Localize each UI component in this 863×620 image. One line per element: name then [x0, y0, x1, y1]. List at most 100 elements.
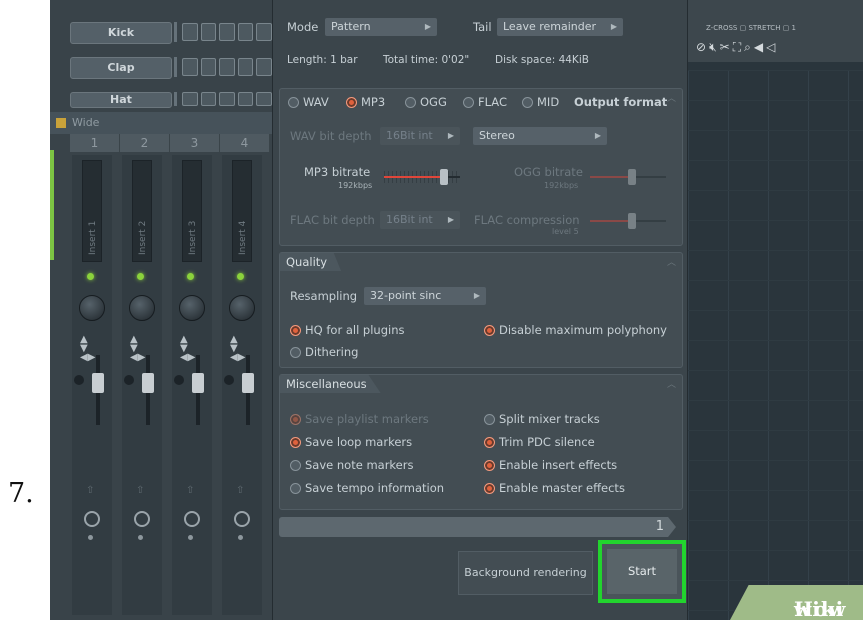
fx-dot[interactable] [74, 375, 84, 385]
channels-select[interactable]: Stereo ▶ [473, 127, 607, 145]
speaker-icon[interactable]: ◁ [766, 40, 778, 54]
save-tempo-information-label[interactable]: Save tempo information [305, 481, 444, 495]
step-buttons[interactable] [182, 58, 272, 76]
mode-value: Pattern [331, 20, 371, 33]
wav-radio[interactable] [288, 97, 299, 108]
hq-plugins-checkbox[interactable] [290, 325, 301, 336]
insert-strip-2[interactable]: Insert 2 ▲ ▼ ◀▶ ⇧ [122, 155, 162, 615]
collapse-icon[interactable]: ︿ [667, 91, 676, 104]
save-loop-markers-label[interactable]: Save loop markers [305, 435, 412, 449]
mid-radio[interactable] [522, 97, 533, 108]
zoom-icon[interactable]: ⌕ [744, 40, 754, 54]
mp3-radio[interactable] [346, 97, 357, 108]
trim-pdc-silence-label[interactable]: Trim PDC silence [499, 435, 595, 449]
link-arrow-icon[interactable]: ⇧ [86, 485, 94, 496]
select-icon[interactable]: ⛶ [733, 40, 744, 54]
led-icon[interactable] [237, 273, 244, 280]
flac-label[interactable]: FLAC [478, 95, 507, 109]
link-arrow-icon[interactable]: ⇧ [186, 485, 194, 496]
resampling-select[interactable]: 32-point sinc ▶ [364, 287, 486, 305]
channel-hat[interactable]: Hat [70, 92, 172, 108]
mp3-bitrate-slider[interactable] [384, 169, 460, 185]
save-loop-markers-checkbox[interactable] [290, 437, 301, 448]
led-icon[interactable] [137, 273, 144, 280]
step-buttons[interactable] [182, 23, 272, 41]
mixer-preset-bar[interactable]: Wide [50, 112, 272, 134]
split-mixer-tracks-checkbox[interactable] [484, 414, 495, 425]
insert-label: Insert 2 [138, 220, 148, 255]
disable-polyphony-checkbox[interactable] [484, 325, 495, 336]
enable-master-effects-checkbox[interactable] [484, 483, 495, 494]
flac-radio[interactable] [463, 97, 474, 108]
collapse-icon[interactable]: ︿ [667, 255, 676, 268]
ogg-label[interactable]: OGG [420, 95, 447, 109]
enable-insert-effects-label[interactable]: Enable insert effects [499, 458, 617, 472]
split-mixer-tracks-label[interactable]: Split mixer tracks [499, 412, 600, 426]
trim-pdc-silence-checkbox[interactable] [484, 437, 495, 448]
collapse-icon[interactable]: ︿ [667, 377, 676, 390]
pan-knob[interactable] [179, 295, 205, 321]
mp3-label[interactable]: MP3 [361, 95, 385, 109]
led-icon[interactable] [87, 273, 94, 280]
output-format-section: ︿ WAV MP3 OGG FLAC MID Output format WAV… [279, 88, 683, 246]
enable-master-effects-label[interactable]: Enable master effects [499, 481, 625, 495]
fx-dot[interactable] [224, 375, 234, 385]
save-note-markers-label[interactable]: Save note markers [305, 458, 413, 472]
pan-knob[interactable] [79, 295, 105, 321]
wav-label[interactable]: WAV [303, 95, 329, 109]
playback-icon[interactable]: ◀ [754, 40, 766, 54]
route-icon[interactable] [134, 511, 150, 527]
insert-label: Insert 1 [88, 220, 98, 255]
mute-icon[interactable]: 🔇︎ [709, 40, 720, 54]
tail-select[interactable]: Leave remainder ▶ [497, 18, 623, 36]
volume-fader[interactable] [242, 373, 254, 393]
save-tempo-information-checkbox[interactable] [290, 483, 301, 494]
insert-strip-1[interactable]: Insert 1 ▲ ▼ ◀▶ ⇧ [72, 155, 112, 615]
insert-strip-3[interactable]: Insert 3 ▲ ▼ ◀▶ ⇧ [172, 155, 212, 615]
link-arrow-icon[interactable]: ⇧ [236, 485, 244, 496]
enable-insert-effects-checkbox[interactable] [484, 460, 495, 471]
zcross-label[interactable]: Z-CROSS [706, 24, 737, 32]
step-buttons[interactable] [182, 92, 272, 106]
fx-dot[interactable] [124, 375, 134, 385]
disable-polyphony-label[interactable]: Disable maximum polyphony [499, 323, 667, 337]
hq-plugins-label[interactable]: HQ for all plugins [305, 323, 404, 337]
volume-fader[interactable] [92, 373, 104, 393]
track-number: 4 [220, 134, 270, 152]
insert-strip-4[interactable]: Insert 4 ▲ ▼ ◀▶ ⇧ [222, 155, 262, 615]
mode-select[interactable]: Pattern ▶ [325, 18, 437, 36]
no-entry-icon[interactable]: ⊘ [696, 40, 709, 54]
start-button[interactable]: Start [607, 549, 677, 594]
link-arrow-icon[interactable]: ⇧ [136, 485, 144, 496]
stereo-arrows-icon[interactable]: ▲ ▼ ◀▶ [130, 335, 145, 363]
slider-thumb [628, 169, 636, 185]
volume-fader[interactable] [142, 373, 154, 393]
stereo-arrows-icon[interactable]: ▲ ▼ ◀▶ [180, 335, 195, 363]
chevron-right-icon: ▶ [473, 291, 480, 300]
channel-kick[interactable]: Kick [70, 22, 172, 44]
stereo-arrows-icon[interactable]: ▲ ▼ ◀▶ [230, 335, 245, 363]
volume-fader[interactable] [192, 373, 204, 393]
playlist-grid[interactable] [688, 70, 863, 620]
led-icon[interactable] [187, 273, 194, 280]
toolbar-icons[interactable]: ⊘🔇︎✂⛶⌕◀◁ [696, 40, 778, 55]
pan-knob[interactable] [129, 295, 155, 321]
ogg-radio[interactable] [405, 97, 416, 108]
wav-bit-depth-value: 16Bit int [386, 129, 433, 142]
save-note-markers-checkbox[interactable] [290, 460, 301, 471]
stretch-label[interactable]: STRETCH [748, 24, 780, 32]
slip-icon[interactable]: ✂ [720, 40, 733, 54]
fx-dot[interactable] [174, 375, 184, 385]
route-icon[interactable] [234, 511, 250, 527]
pan-knob[interactable] [229, 295, 255, 321]
background-rendering-button[interactable]: Background rendering [458, 551, 593, 595]
route-icon[interactable] [84, 511, 100, 527]
route-icon[interactable] [184, 511, 200, 527]
slider-thumb[interactable] [440, 169, 448, 185]
track-number: 1 [70, 134, 120, 152]
mid-label[interactable]: MID [537, 95, 559, 109]
dithering-checkbox[interactable] [290, 347, 301, 358]
stereo-arrows-icon[interactable]: ▲ ▼ ◀▶ [80, 335, 95, 363]
channel-clap[interactable]: Clap [70, 57, 172, 79]
dithering-label[interactable]: Dithering [305, 345, 358, 359]
